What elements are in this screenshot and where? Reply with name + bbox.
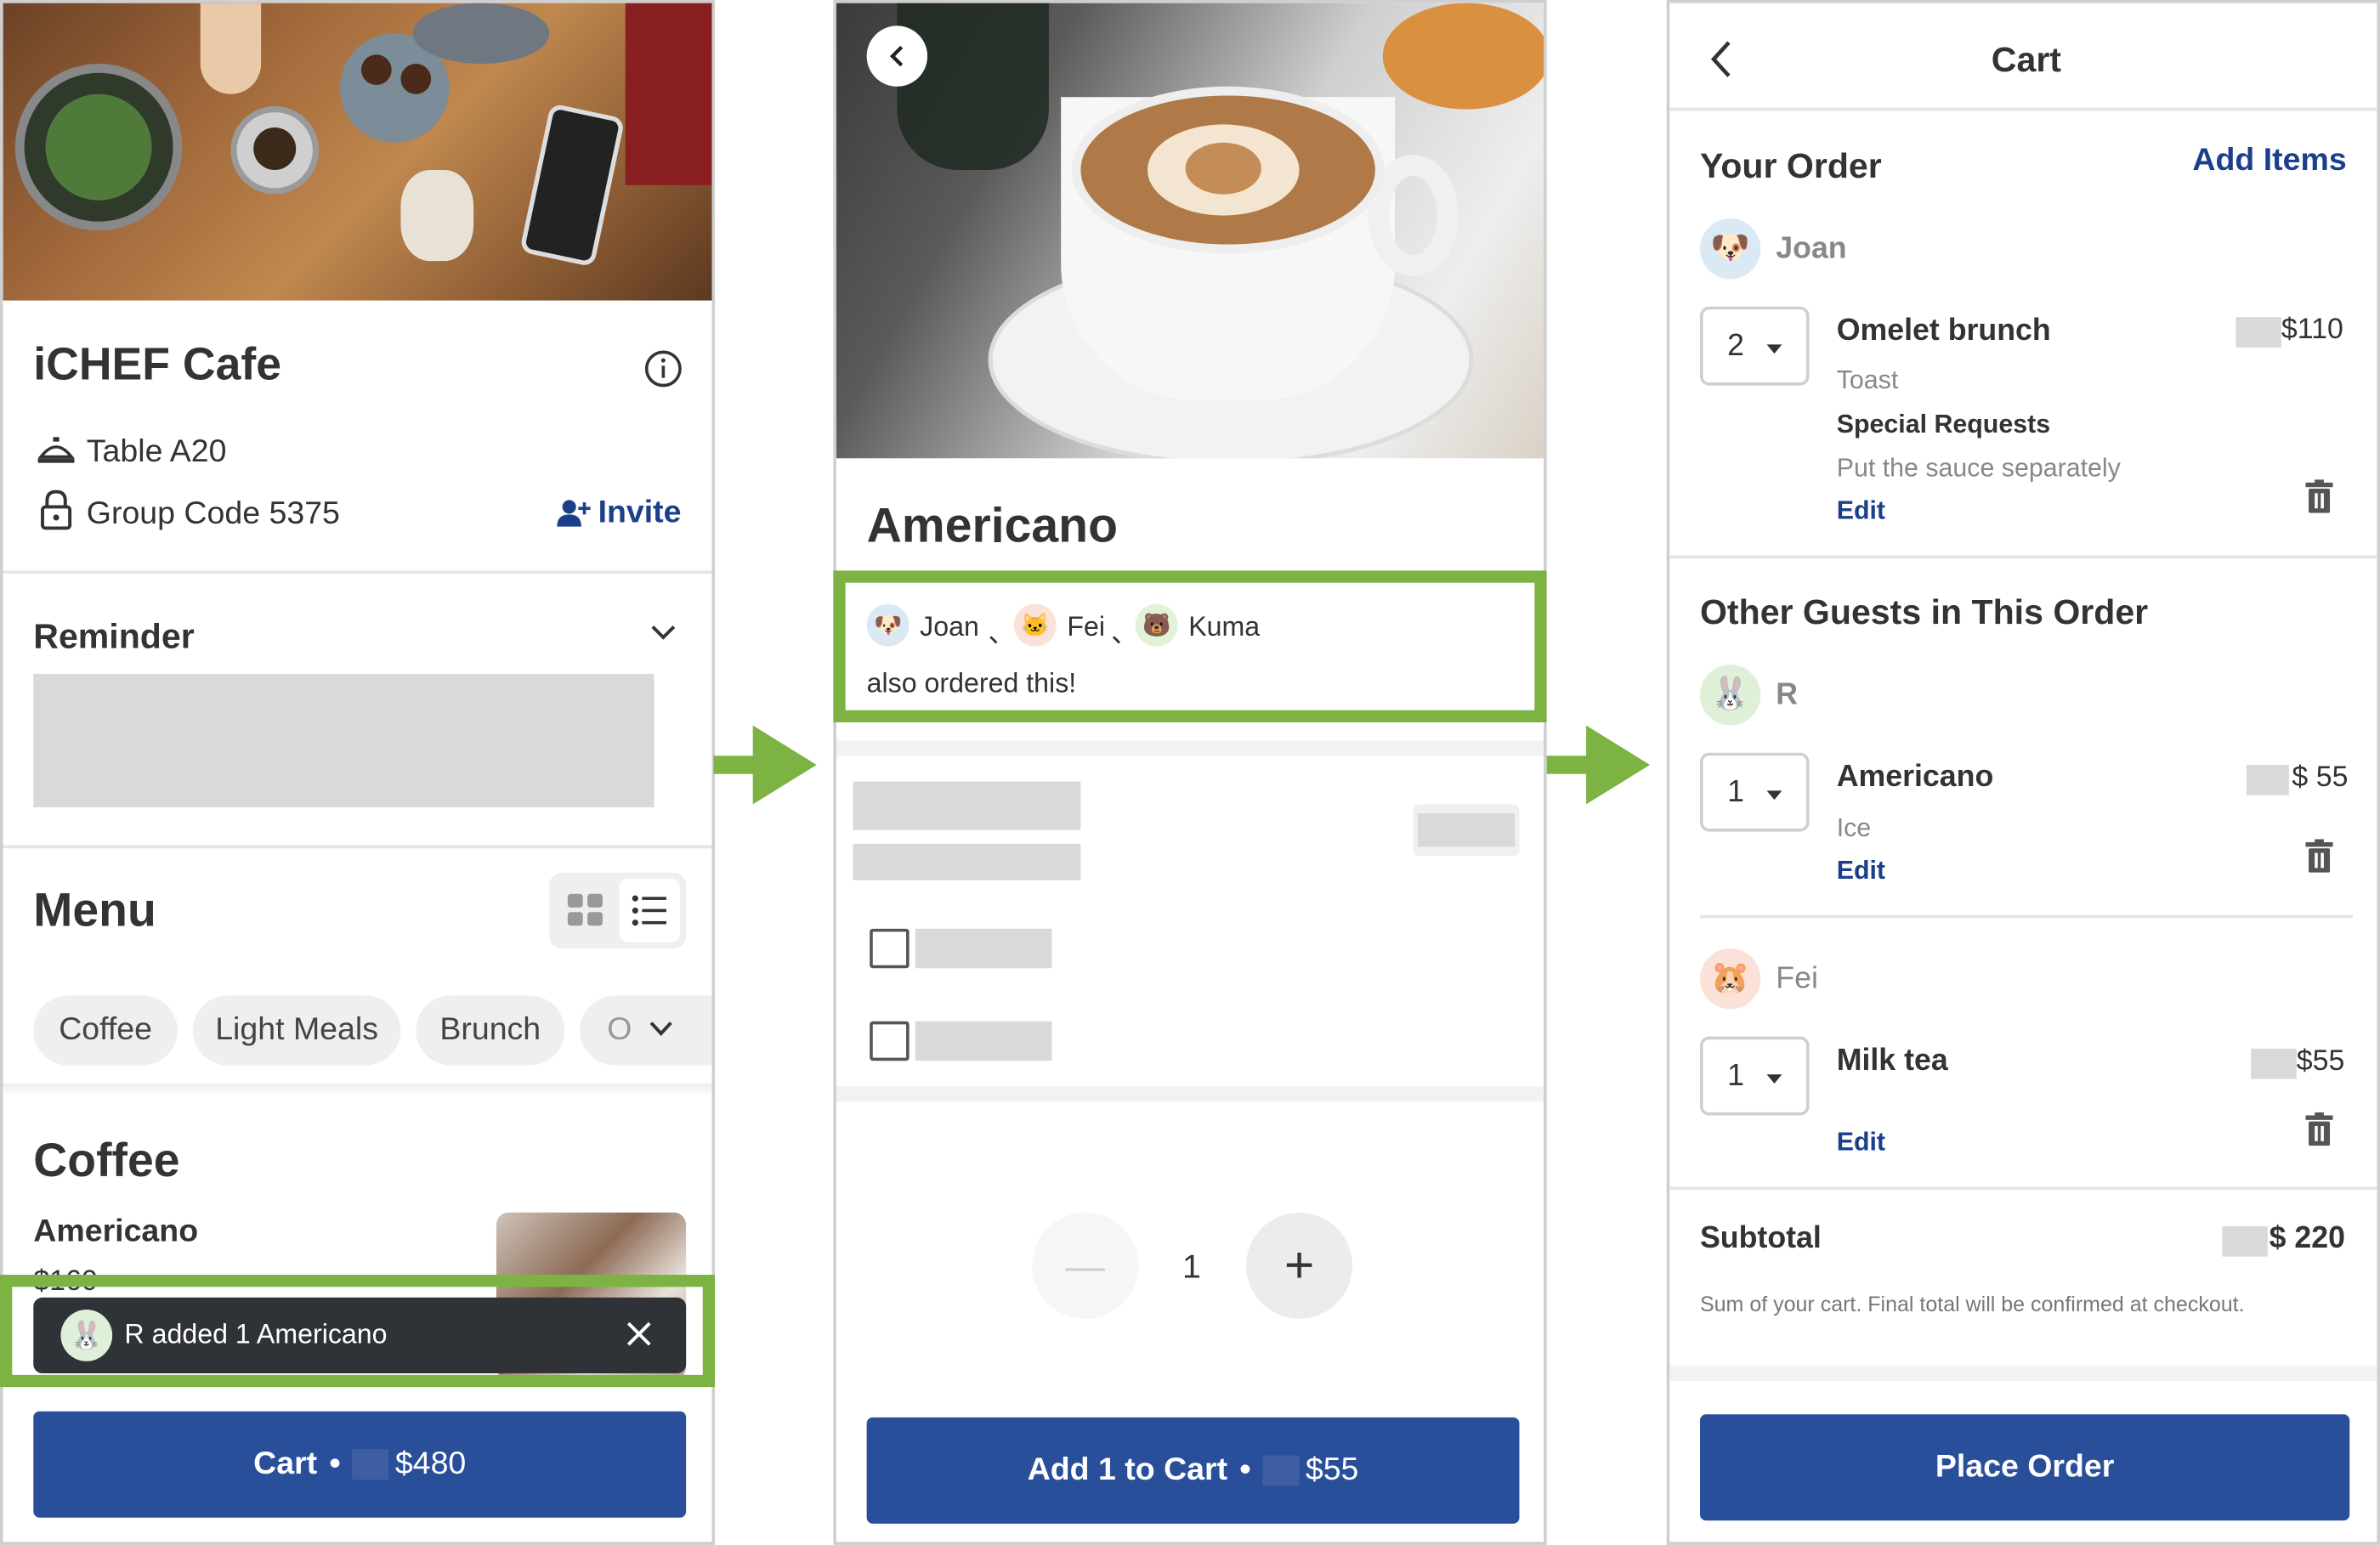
category-chip-coffee[interactable]: Coffee: [33, 995, 178, 1066]
quantity-dropdown[interactable]: 1: [1699, 752, 1810, 832]
quantity-dropdown[interactable]: 2: [1699, 306, 1810, 386]
section-title-coffee: Coffee: [33, 1133, 180, 1187]
product-image: [836, 3, 1544, 459]
list-view-icon[interactable]: [619, 878, 680, 942]
category-expand-icon[interactable]: [649, 1022, 672, 1037]
guest-avatar-fei: 🐹: [1699, 948, 1761, 1010]
cart-item-option: Toast: [1836, 365, 1899, 395]
also-ordered-highlight: [833, 570, 1547, 722]
reminder-content-placeholder: [33, 673, 654, 807]
guest-name-r: R: [1776, 678, 1799, 712]
edit-link[interactable]: Edit: [1837, 496, 1885, 527]
price-redaction: [2222, 1225, 2268, 1257]
cart-item-option: Ice: [1836, 813, 1872, 843]
trash-icon[interactable]: [2305, 839, 2333, 873]
add-to-cart-button[interactable]: Add 1 to Cart • $55: [866, 1417, 1520, 1524]
grid-view-icon[interactable]: [567, 893, 604, 927]
add-to-cart-label: Add 1 to Cart: [1027, 1452, 1228, 1487]
edit-link[interactable]: Edit: [1837, 1128, 1885, 1158]
table-label: Table A20: [86, 433, 227, 469]
reminder-title: Reminder: [33, 615, 195, 656]
cart-screen: Cart Your Order Add Items 🐶 Joan 2 Omele…: [1666, 0, 2380, 1545]
special-requests-text: Put the sauce separately: [1836, 453, 2121, 483]
table-icon: [37, 437, 75, 463]
back-button[interactable]: [866, 25, 928, 87]
category-chip-light-meals[interactable]: Light Meals: [192, 995, 401, 1066]
special-requests-title: Special Requests: [1836, 410, 2051, 439]
chevron-down-icon[interactable]: [651, 625, 676, 641]
subtotal-value: $ 220: [2269, 1221, 2346, 1255]
other-guests-title: Other Guests in This Order: [1699, 591, 2149, 631]
lock-icon: [41, 490, 72, 530]
flow-arrow-icon: [1546, 725, 1651, 805]
toast-highlight: [0, 1274, 716, 1388]
flow-arrow-icon: [713, 725, 817, 805]
cart-item-name: Omelet brunch: [1836, 314, 2051, 348]
cart-item-price: $55: [2296, 1045, 2345, 1078]
cart-label: Cart: [253, 1446, 318, 1481]
minus-icon: —: [1065, 1242, 1105, 1288]
quantity-dropdown[interactable]: 1: [1699, 1036, 1810, 1116]
category-chip-more[interactable]: O: [580, 995, 712, 1066]
add-items-link[interactable]: Add Items: [2192, 143, 2346, 179]
cart-button[interactable]: Cart • $480: [33, 1411, 687, 1518]
cart-dot: •: [329, 1446, 341, 1481]
category-chip-brunch[interactable]: Brunch: [416, 995, 565, 1066]
guest-avatar-joan: 🐶: [1699, 218, 1761, 280]
info-icon[interactable]: [643, 349, 683, 388]
menu-title: Menu: [33, 883, 156, 937]
add-price: $55: [1305, 1452, 1359, 1487]
price-redaction: [2236, 317, 2281, 348]
price-redaction: [2246, 764, 2289, 795]
caret-down-icon: [1766, 344, 1782, 354]
required-badge-placeholder: [1413, 804, 1520, 857]
price-redaction: [1262, 1455, 1300, 1486]
option-label-placeholder: [915, 1021, 1052, 1061]
trash-icon[interactable]: [2305, 479, 2333, 513]
product-name: Americano: [866, 497, 1118, 552]
price-redaction: [2251, 1048, 2297, 1079]
price-redaction: [352, 1449, 389, 1480]
cart-item-price: $110: [2281, 314, 2343, 347]
guest-avatar-r: 🐰: [1699, 665, 1761, 726]
cart-item-name: Milk tea: [1836, 1044, 1948, 1078]
item-name[interactable]: Americano: [33, 1214, 198, 1251]
cart-item-price: $ 55: [2292, 761, 2349, 794]
add-person-icon[interactable]: [556, 498, 592, 529]
cart-total: $480: [394, 1446, 467, 1481]
place-order-label: Place Order: [1935, 1449, 2115, 1485]
invite-link[interactable]: Invite: [598, 495, 682, 531]
place-order-button[interactable]: Place Order: [1699, 1414, 2350, 1521]
cafe-name: iCHEF Cafe: [33, 339, 281, 390]
group-code: Group Code 5375: [86, 495, 340, 531]
chevron-left-icon: [889, 45, 904, 67]
quantity-value: 1: [1182, 1247, 1201, 1286]
view-toggle: [549, 872, 687, 949]
cart-item-name: Americano: [1836, 760, 1994, 794]
option-checkbox[interactable]: [870, 1021, 910, 1061]
hero-image: [3, 3, 712, 301]
increase-quantity-button[interactable]: +: [1246, 1212, 1353, 1319]
cart-title: Cart: [1991, 39, 2061, 79]
edit-link[interactable]: Edit: [1837, 856, 1885, 886]
caret-down-icon: [1766, 790, 1782, 801]
plus-icon: +: [1284, 1236, 1315, 1294]
option-title-placeholder: [853, 781, 1081, 830]
option-subtitle-placeholder: [853, 843, 1081, 880]
subtotal-note: Sum of your cart. Final total will be co…: [1699, 1291, 2245, 1316]
caret-down-icon: [1766, 1074, 1782, 1084]
option-label-placeholder: [915, 928, 1052, 969]
flow-diagram: iCHEF Cafe Table A20 Group Code 5375 Inv…: [0, 0, 2380, 1545]
trash-icon[interactable]: [2305, 1112, 2333, 1146]
guest-name-joan: Joan: [1776, 232, 1847, 266]
add-dot: •: [1239, 1452, 1251, 1487]
subtotal-label: Subtotal: [1699, 1221, 1822, 1255]
decrease-quantity-button[interactable]: —: [1032, 1212, 1139, 1319]
product-screen: Americano 🐶 Joan 、 🐱 Fei 、 🐻 Kuma also o…: [833, 0, 1547, 1545]
option-checkbox[interactable]: [870, 928, 910, 969]
guest-name-fei: Fei: [1776, 962, 1818, 996]
your-order-title: Your Order: [1699, 145, 1882, 185]
